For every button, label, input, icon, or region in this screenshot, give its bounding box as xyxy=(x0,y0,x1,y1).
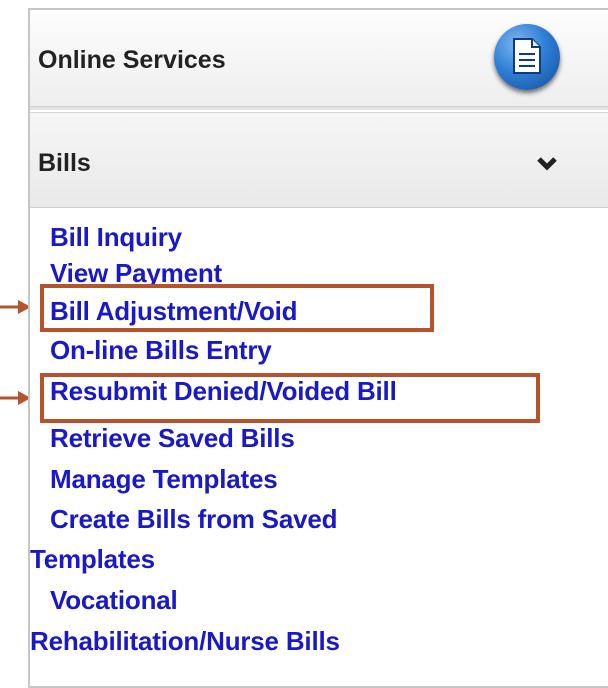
link-view-payment[interactable]: View Payment xyxy=(50,258,222,289)
link-vocational-rehabilitation-nurse-bills-cont[interactable]: Rehabilitation/Nurse Bills xyxy=(30,626,340,657)
link-retrieve-saved-bills[interactable]: Retrieve Saved Bills xyxy=(50,423,295,454)
chevron-down-icon[interactable] xyxy=(536,156,558,172)
link-vocational-rehabilitation-nurse-bills[interactable]: Vocational xyxy=(50,585,178,616)
panel-title: Online Services xyxy=(38,46,226,74)
link-manage-templates[interactable]: Manage Templates xyxy=(50,464,278,495)
link-create-bills-from-saved-templates-cont[interactable]: Templates xyxy=(30,544,155,575)
document-icon xyxy=(494,24,560,90)
online-services-panel: Online Services Bills Bill Inquiry View … xyxy=(28,8,608,688)
link-online-bills-entry[interactable]: On-line Bills Entry xyxy=(50,335,272,366)
panel-header: Online Services xyxy=(30,10,608,107)
link-bill-inquiry[interactable]: Bill Inquiry xyxy=(50,222,182,253)
divider xyxy=(30,107,608,110)
link-create-bills-from-saved-templates[interactable]: Create Bills from Saved xyxy=(50,504,337,535)
link-resubmit-denied-voided-bill[interactable]: Resubmit Denied/Voided Bill xyxy=(50,376,397,407)
section-title: Bills xyxy=(38,149,91,177)
bills-section-header[interactable]: Bills xyxy=(30,112,608,208)
link-bill-adjustment-void[interactable]: Bill Adjustment/Void xyxy=(50,296,298,327)
